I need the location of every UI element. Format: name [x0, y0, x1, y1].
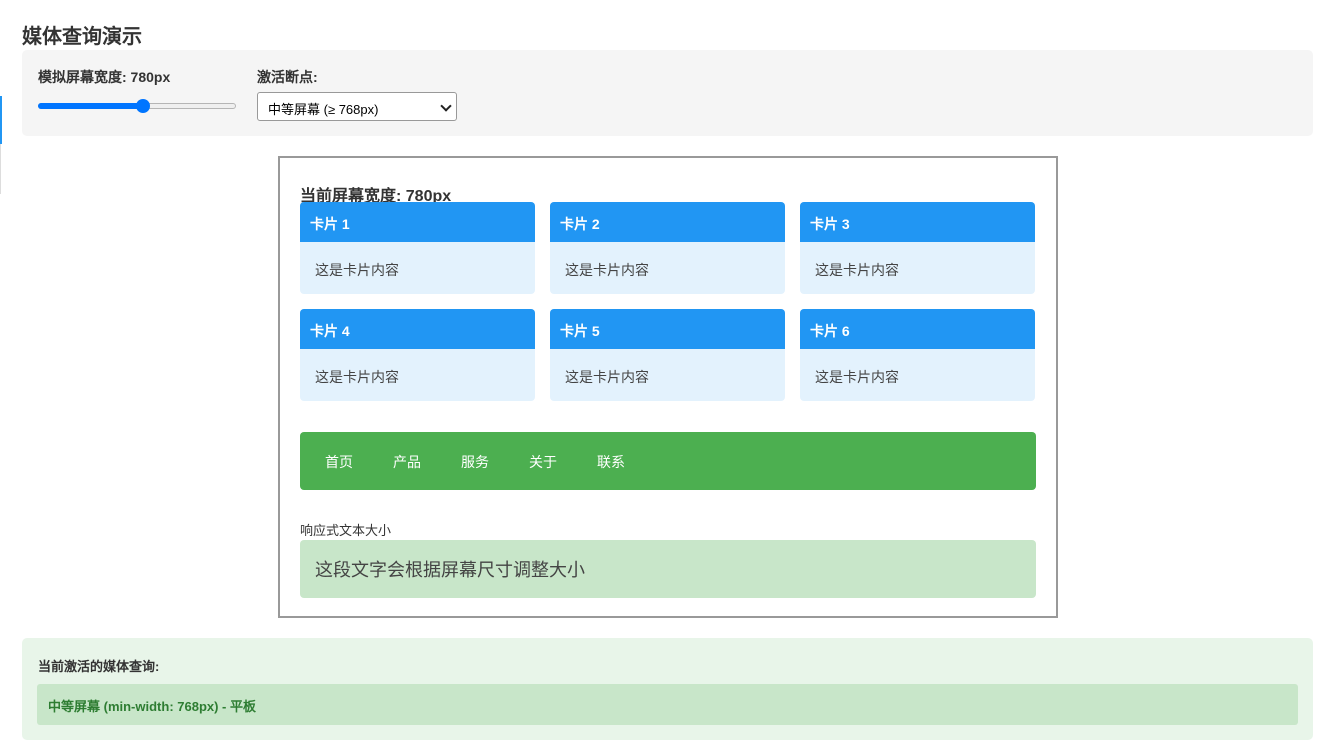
responsive-text-box: 这段文字会根据屏幕尺寸调整大小 — [300, 540, 1036, 598]
card-content: 这是卡片内容 — [315, 262, 399, 278]
width-label: 模拟屏幕宽度: 780px — [38, 69, 171, 85]
card-title: 卡片 2 — [550, 202, 785, 242]
card-title: 卡片 3 — [800, 202, 1035, 242]
card: 卡片 2 这是卡片内容 — [550, 202, 785, 294]
nav-item-products[interactable]: 产品 — [393, 452, 421, 472]
chevron-down-icon — [440, 100, 452, 112]
nav-item-services[interactable]: 服务 — [461, 452, 489, 472]
width-control: 模拟屏幕宽度: 780px — [38, 67, 170, 87]
nav-bar: 首页 产品 服务 关于 联系 — [300, 432, 1036, 490]
controls-panel: 模拟屏幕宽度: 780px 激活断点: 中等屏幕 (≥ 768px) — [22, 50, 1313, 136]
card-content: 这是卡片内容 — [315, 369, 399, 385]
slider-thumb[interactable] — [136, 99, 150, 113]
nav-item-contact[interactable]: 联系 — [597, 452, 625, 472]
card-content: 这是卡片内容 — [815, 262, 899, 278]
media-query-status-panel: 当前激活的媒体查询: 中等屏幕 (min-width: 768px) - 平板 — [22, 638, 1313, 740]
breakpoint-select-value: 中等屏幕 (≥ 768px) — [268, 102, 379, 117]
left-accent-bar — [0, 96, 2, 144]
card-title: 卡片 4 — [300, 309, 535, 349]
card: 卡片 1 这是卡片内容 — [300, 202, 535, 294]
page-title: 媒体查询演示 — [22, 26, 142, 48]
card-content: 这是卡片内容 — [565, 262, 649, 278]
status-badge: 中等屏幕 (min-width: 768px) - 平板 — [37, 684, 1298, 725]
responsive-text-label: 响应式文本大小 — [300, 523, 392, 538]
breakpoint-control: 激活断点: — [257, 67, 318, 87]
card-title: 卡片 1 — [300, 202, 535, 242]
card-content: 这是卡片内容 — [565, 369, 649, 385]
card: 卡片 3 这是卡片内容 — [800, 202, 1035, 294]
breakpoint-label: 激活断点: — [257, 69, 318, 85]
breakpoint-select[interactable]: 中等屏幕 (≥ 768px) — [257, 92, 457, 121]
left-divider — [0, 144, 1, 194]
card-title: 卡片 5 — [550, 309, 785, 349]
status-label: 当前激活的媒体查询: — [38, 659, 160, 674]
nav-item-about[interactable]: 关于 — [529, 452, 557, 472]
width-slider[interactable] — [38, 98, 236, 114]
nav-item-home[interactable]: 首页 — [325, 452, 353, 472]
slider-fill — [38, 103, 143, 109]
card: 卡片 6 这是卡片内容 — [800, 309, 1035, 401]
card-content: 这是卡片内容 — [815, 369, 899, 385]
card: 卡片 5 这是卡片内容 — [550, 309, 785, 401]
card-title: 卡片 6 — [800, 309, 1035, 349]
simulated-screen: 当前屏幕宽度: 780px 卡片 1 这是卡片内容 卡片 2 这是卡片内容 卡片… — [278, 156, 1058, 618]
card: 卡片 4 这是卡片内容 — [300, 309, 535, 401]
